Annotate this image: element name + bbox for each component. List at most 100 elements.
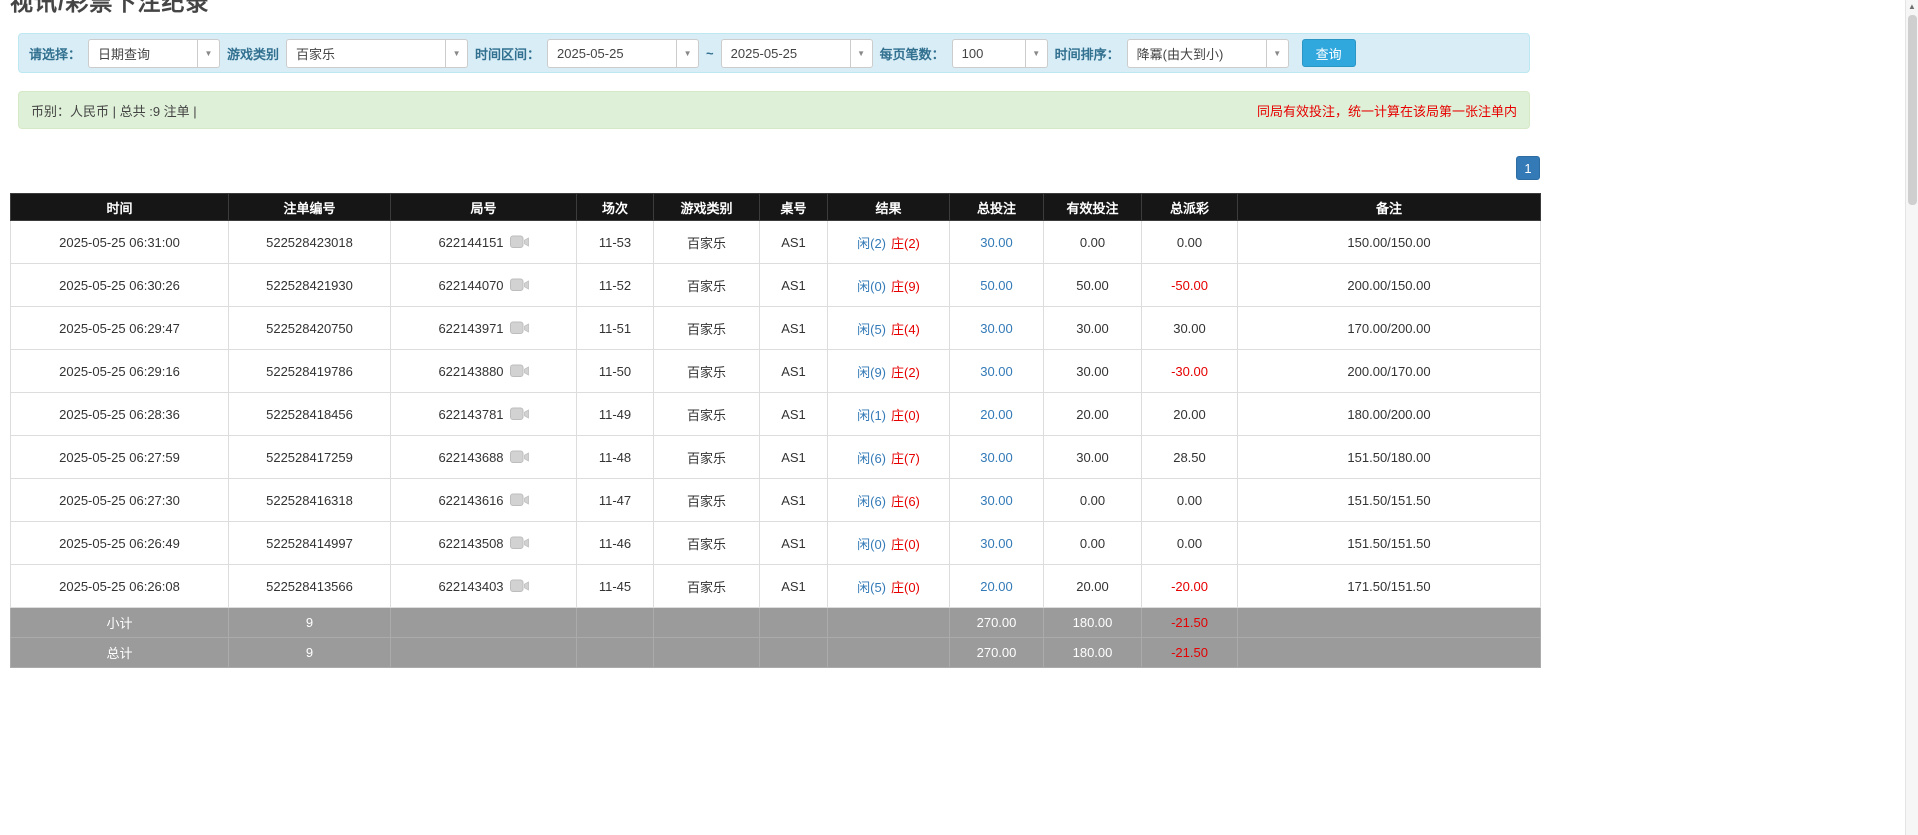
time-cell: 2025-05-25 06:31:00	[11, 221, 229, 264]
game-type-cell: 百家乐	[654, 307, 760, 350]
table-row: 2025-05-25 06:26:49522528414997622143508…	[11, 522, 1541, 565]
valid-bet-notice: 同局有效投注，统一计算在该局第一张注单内	[1257, 101, 1517, 120]
total-bet-link[interactable]: 30.00	[980, 450, 1013, 465]
video-replay-icon[interactable]	[510, 321, 529, 335]
total-empty-cell	[577, 638, 654, 668]
bet-id-cell: 522528417259	[229, 436, 391, 479]
valid-bet-cell: 0.00	[1044, 221, 1142, 264]
table-no-cell: AS1	[760, 436, 828, 479]
game-type-cell: 百家乐	[654, 522, 760, 565]
search-button[interactable]: 查询	[1302, 39, 1356, 67]
column-header-result: 结果	[828, 194, 950, 221]
table-footer: 小计 9 270.00 180.00 -21.50 总计 9 270.00 18…	[11, 608, 1541, 668]
subtotal-count: 9	[229, 608, 391, 638]
table-no-cell: AS1	[760, 221, 828, 264]
table-no-cell: AS1	[760, 264, 828, 307]
bet-id-cell: 522528419786	[229, 350, 391, 393]
video-replay-icon[interactable]	[510, 364, 529, 378]
remark-cell: 151.50/180.00	[1238, 436, 1541, 479]
player-result: 闲(6)	[857, 494, 886, 509]
subtotal-empty-cell	[391, 608, 577, 638]
round-cell: 622143403	[391, 565, 577, 608]
video-replay-icon[interactable]	[510, 493, 529, 507]
bet-records-table: 时间 注单编号 局号 场次 游戏类别 桌号 结果 总投注 有效投注 总派彩 备注…	[10, 193, 1541, 668]
bet-id-cell: 522528416318	[229, 479, 391, 522]
total-bet-link[interactable]: 20.00	[980, 579, 1013, 594]
date-to-select[interactable]: 2025-05-25 ▼	[721, 39, 873, 68]
time-cell: 2025-05-25 06:27:30	[11, 479, 229, 522]
query-type-select[interactable]: 日期查询 ▼	[88, 39, 220, 68]
chevron-down-icon: ▼	[197, 40, 219, 67]
video-replay-icon[interactable]	[510, 407, 529, 421]
table-no-cell: AS1	[760, 479, 828, 522]
date-range-label: 时间区间：	[475, 44, 540, 63]
sort-order-label: 时间排序：	[1055, 44, 1120, 63]
subtotal-payout: -21.50	[1142, 608, 1238, 638]
round-number: 622143880	[438, 364, 503, 379]
bet-id-cell: 522528414997	[229, 522, 391, 565]
banker-result: 庄(7)	[891, 451, 920, 466]
total-bet-cell: 30.00	[950, 350, 1044, 393]
total-bet-link[interactable]: 30.00	[980, 321, 1013, 336]
session-cell: 11-47	[577, 479, 654, 522]
banker-result: 庄(2)	[891, 236, 920, 251]
page-button-1[interactable]: 1	[1516, 156, 1540, 180]
pagination: 1	[10, 156, 1540, 180]
filter-bar: 请选择： 日期查询 ▼ 游戏类别 百家乐 ▼ 时间区间： 2025-05-25 …	[18, 33, 1530, 73]
remark-cell: 151.50/151.50	[1238, 522, 1541, 565]
date-from-select[interactable]: 2025-05-25 ▼	[547, 39, 699, 68]
total-empty-cell	[654, 638, 760, 668]
total-bet-cell: 20.00	[950, 565, 1044, 608]
query-type-value: 日期查询	[89, 40, 197, 67]
page-size-select[interactable]: 100 ▼	[952, 39, 1048, 68]
total-bet-cell: 30.00	[950, 436, 1044, 479]
column-header-session: 场次	[577, 194, 654, 221]
game-type-cell: 百家乐	[654, 393, 760, 436]
round-number: 622143781	[438, 407, 503, 422]
payout-cell: -20.00	[1142, 565, 1238, 608]
remark-cell: 151.50/151.50	[1238, 479, 1541, 522]
subtotal-empty-cell	[654, 608, 760, 638]
column-header-bet-id: 注单编号	[229, 194, 391, 221]
game-type-select[interactable]: 百家乐 ▼	[286, 39, 468, 68]
total-bet-link[interactable]: 50.00	[980, 278, 1013, 293]
subtotal-empty-cell	[760, 608, 828, 638]
game-type-cell: 百家乐	[654, 479, 760, 522]
total-bet-link[interactable]: 30.00	[980, 536, 1013, 551]
sort-order-value: 降冪(由大到小)	[1128, 40, 1266, 67]
table-no-cell: AS1	[760, 307, 828, 350]
bet-id-cell: 522528421930	[229, 264, 391, 307]
scrollbar-thumb[interactable]	[1908, 15, 1917, 205]
video-replay-icon[interactable]	[510, 235, 529, 249]
payout-cell: 0.00	[1142, 479, 1238, 522]
valid-bet-cell: 20.00	[1044, 393, 1142, 436]
round-cell: 622143971	[391, 307, 577, 350]
video-replay-icon[interactable]	[510, 579, 529, 593]
video-replay-icon[interactable]	[510, 450, 529, 464]
banker-result: 庄(4)	[891, 322, 920, 337]
remark-cell: 180.00/200.00	[1238, 393, 1541, 436]
sort-order-select[interactable]: 降冪(由大到小) ▼	[1127, 39, 1289, 68]
video-replay-icon[interactable]	[510, 278, 529, 292]
total-bet-link[interactable]: 30.00	[980, 235, 1013, 250]
round-cell: 622143880	[391, 350, 577, 393]
bet-id-cell: 522528418456	[229, 393, 391, 436]
total-bet-link[interactable]: 30.00	[980, 493, 1013, 508]
player-result: 闲(9)	[857, 365, 886, 380]
player-result: 闲(1)	[857, 408, 886, 423]
table-no-cell: AS1	[760, 565, 828, 608]
payout-cell: -50.00	[1142, 264, 1238, 307]
table-row: 2025-05-25 06:27:30522528416318622143616…	[11, 479, 1541, 522]
remark-cell: 200.00/170.00	[1238, 350, 1541, 393]
scroll-up-icon[interactable]: ▲	[1906, 0, 1918, 13]
date-range-tilde: ~	[706, 46, 714, 61]
total-bet-link[interactable]: 20.00	[980, 407, 1013, 422]
video-replay-icon[interactable]	[510, 536, 529, 550]
result-cell: 闲(0)庄(0)	[828, 522, 950, 565]
subtotal-empty-cell	[1238, 608, 1541, 638]
table-no-cell: AS1	[760, 393, 828, 436]
total-bet-link[interactable]: 30.00	[980, 364, 1013, 379]
vertical-scrollbar[interactable]: ▲	[1905, 0, 1918, 835]
chevron-down-icon: ▼	[676, 40, 698, 67]
table-no-cell: AS1	[760, 522, 828, 565]
